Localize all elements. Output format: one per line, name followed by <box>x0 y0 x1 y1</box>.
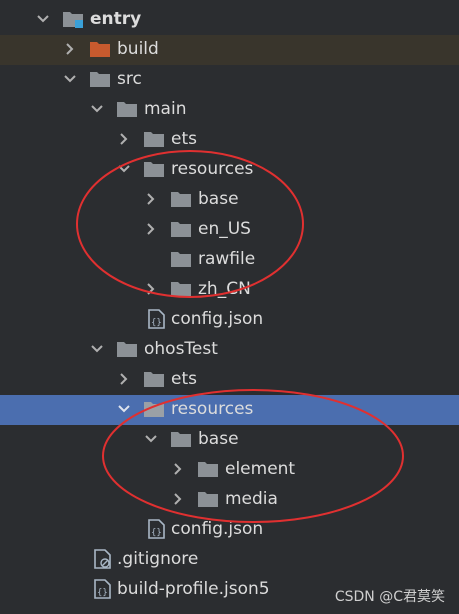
tree-label: ets <box>171 369 197 389</box>
tree-label: config.json <box>171 519 264 539</box>
folder-icon <box>170 249 192 269</box>
chevron-down-icon[interactable] <box>34 10 52 28</box>
tree-row-main[interactable]: main <box>0 95 459 125</box>
tree-label: resources <box>171 159 254 179</box>
tree-label: ohosTest <box>144 339 218 359</box>
chevron-right-icon[interactable] <box>61 40 79 58</box>
tree-row-media[interactable]: media <box>0 485 459 515</box>
chevron-down-icon[interactable] <box>115 160 133 178</box>
tree-label: rawfile <box>198 249 256 269</box>
project-tree: entry build src main ets resources base … <box>0 0 459 614</box>
folder-icon <box>89 69 111 89</box>
svg-text:{}: {} <box>151 318 162 328</box>
json-file-icon: {} <box>145 309 167 329</box>
chevron-right-icon[interactable] <box>115 370 133 388</box>
chevron-right-icon[interactable] <box>142 280 160 298</box>
chevron-down-icon[interactable] <box>142 430 160 448</box>
folder-icon <box>116 339 138 359</box>
folder-icon <box>170 429 192 449</box>
tree-row-resources[interactable]: resources <box>0 155 459 185</box>
folder-icon <box>197 489 219 509</box>
tree-row-build[interactable]: build <box>0 35 459 65</box>
chevron-down-icon[interactable] <box>61 70 79 88</box>
folder-icon <box>170 279 192 299</box>
folder-icon <box>197 459 219 479</box>
folder-icon <box>170 219 192 239</box>
json-file-icon: {} <box>91 579 113 599</box>
chevron-right-icon[interactable] <box>169 490 187 508</box>
tree-label: zh_CN <box>198 279 251 299</box>
tree-label: media <box>225 489 278 509</box>
tree-label: build <box>117 39 159 59</box>
tree-label: src <box>117 69 142 89</box>
folder-icon <box>170 189 192 209</box>
tree-row-base[interactable]: base <box>0 185 459 215</box>
tree-row-zh-cn[interactable]: zh_CN <box>0 275 459 305</box>
tree-row-ets[interactable]: ets <box>0 365 459 395</box>
tree-label: base <box>198 189 239 209</box>
tree-label: en_US <box>198 219 251 239</box>
tree-label: build-profile.json5 <box>117 579 270 599</box>
tree-row-resources-selected[interactable]: resources <box>0 395 459 425</box>
tree-row-gitignore[interactable]: .gitignore <box>0 545 459 575</box>
tree-label: config.json <box>171 309 264 329</box>
tree-row-ets[interactable]: ets <box>0 125 459 155</box>
tree-row-rawfile[interactable]: rawfile <box>0 245 459 275</box>
folder-icon <box>116 99 138 119</box>
chevron-right-icon[interactable] <box>142 220 160 238</box>
chevron-down-icon[interactable] <box>115 400 133 418</box>
tree-row-entry[interactable]: entry <box>0 5 459 35</box>
json-file-icon: {} <box>145 519 167 539</box>
module-folder-icon <box>62 9 84 29</box>
tree-label: entry <box>90 9 142 29</box>
tree-row-en-us[interactable]: en_US <box>0 215 459 245</box>
folder-icon <box>143 369 165 389</box>
tree-row-element[interactable]: element <box>0 455 459 485</box>
svg-text:{}: {} <box>97 588 108 598</box>
tree-label: main <box>144 99 187 119</box>
folder-icon <box>143 129 165 149</box>
tree-label: .gitignore <box>117 549 199 569</box>
folder-icon <box>143 159 165 179</box>
tree-row-ohostest[interactable]: ohosTest <box>0 335 459 365</box>
folder-icon <box>143 399 165 419</box>
chevron-right-icon[interactable] <box>142 190 160 208</box>
chevron-right-icon[interactable] <box>169 460 187 478</box>
chevron-down-icon[interactable] <box>88 100 106 118</box>
tree-row-config-json[interactable]: {} config.json <box>0 515 459 545</box>
tree-row-src[interactable]: src <box>0 65 459 95</box>
chevron-right-icon[interactable] <box>115 130 133 148</box>
tree-label: ets <box>171 129 197 149</box>
tree-label: resources <box>171 399 254 419</box>
tree-row-base[interactable]: base <box>0 425 459 455</box>
tree-row-config-json[interactable]: {} config.json <box>0 305 459 335</box>
chevron-down-icon[interactable] <box>88 340 106 358</box>
svg-text:{}: {} <box>151 528 162 538</box>
watermark: CSDN @C君莫笑 <box>334 589 445 605</box>
build-folder-icon <box>89 39 111 59</box>
tree-label: base <box>198 429 239 449</box>
tree-label: element <box>225 459 296 479</box>
ignore-file-icon <box>91 549 113 569</box>
